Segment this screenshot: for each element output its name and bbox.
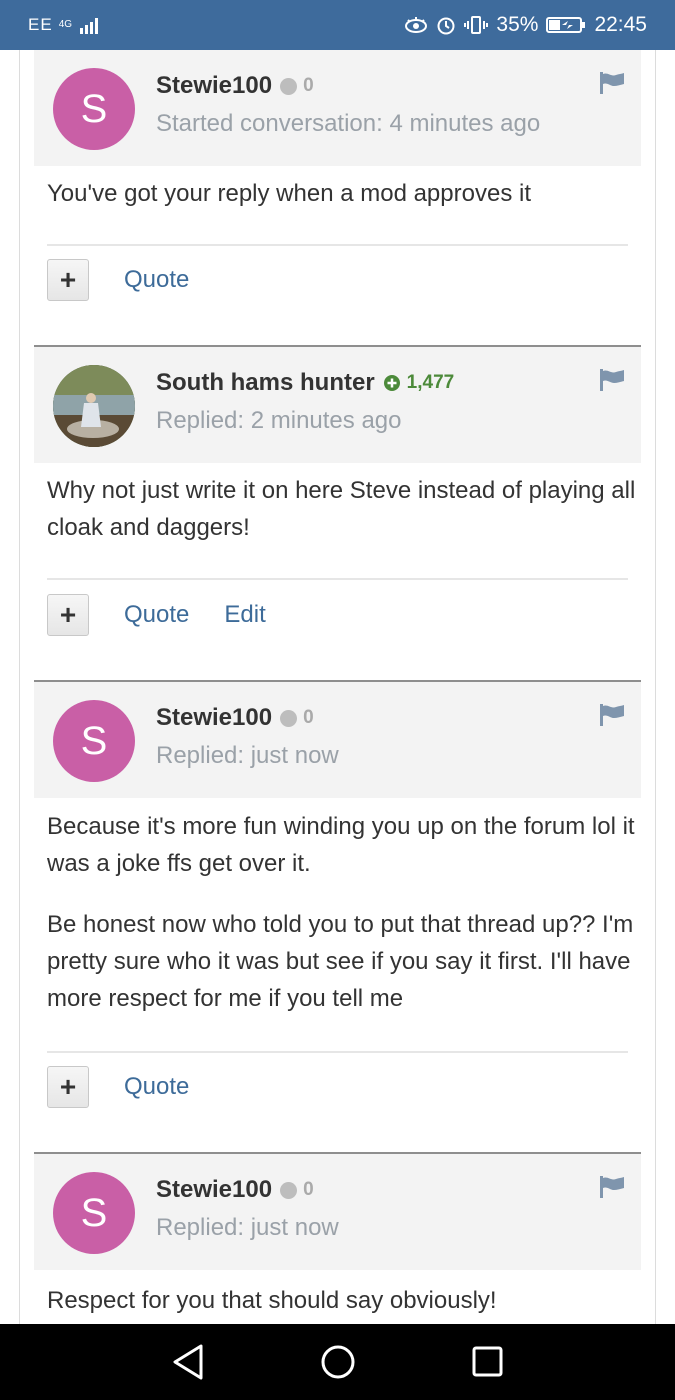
report-flag-icon[interactable] bbox=[599, 704, 625, 731]
system-navigation-bar bbox=[0, 1324, 675, 1400]
reputation-badge: 0 bbox=[280, 75, 314, 97]
post-body: You've got your reply when a mod approve… bbox=[47, 175, 637, 212]
avatar[interactable]: S bbox=[53, 700, 135, 782]
post-meta: Replied: just now bbox=[156, 742, 339, 769]
post-body: Because it's more fun winding you up on … bbox=[47, 808, 637, 1017]
avatar[interactable] bbox=[53, 365, 135, 447]
post-meta: Replied: just now bbox=[156, 1214, 339, 1241]
post-paragraph: Why not just write it on here Steve inst… bbox=[47, 477, 636, 541]
post-body: Why not just write it on here Steve inst… bbox=[47, 472, 637, 546]
avatar-photo bbox=[53, 365, 135, 447]
battery-charging-icon bbox=[546, 16, 586, 34]
quote-link[interactable]: Quote bbox=[124, 266, 189, 294]
reputation-neutral-icon bbox=[280, 77, 298, 95]
clock: 22:45 bbox=[594, 13, 647, 36]
recents-button[interactable] bbox=[471, 1343, 505, 1386]
battery-percent: 35% bbox=[496, 13, 539, 36]
reputation-neutral-icon bbox=[280, 709, 298, 727]
post-divider bbox=[47, 1051, 628, 1053]
quote-link[interactable]: Quote bbox=[124, 1073, 189, 1101]
reputation-count: 0 bbox=[303, 707, 314, 728]
thread-content: S Stewie100 0 Started conversation: 4 mi… bbox=[0, 50, 675, 1324]
reputation-neutral-icon bbox=[280, 1181, 298, 1199]
status-bar: EE 4G 35% 22:45 bbox=[0, 0, 675, 50]
add-reaction-button[interactable]: + bbox=[47, 594, 89, 636]
reputation-count: 0 bbox=[303, 75, 314, 96]
post-header: S Stewie100 0 Replied: just now bbox=[34, 1152, 641, 1270]
signal-icon bbox=[80, 16, 102, 34]
author-name[interactable]: South hams hunter bbox=[156, 369, 375, 397]
edit-link[interactable]: Edit bbox=[224, 601, 265, 629]
add-reaction-button[interactable]: + bbox=[47, 259, 89, 301]
post-actions: + Quote bbox=[47, 1066, 189, 1108]
reputation-positive-icon bbox=[383, 375, 400, 391]
reputation-count: 0 bbox=[303, 1179, 314, 1200]
post-header: South hams hunter 1,477 Replied: 2 minut… bbox=[34, 345, 641, 463]
reputation-badge: 0 bbox=[280, 707, 314, 729]
home-circle-icon bbox=[321, 1345, 355, 1379]
post-actions: + Quote Edit bbox=[47, 594, 266, 636]
reputation-badge: 1,477 bbox=[383, 372, 455, 394]
post-paragraph: Because it's more fun winding you up on … bbox=[47, 813, 635, 877]
alarm-icon bbox=[436, 15, 456, 35]
avatar[interactable]: S bbox=[53, 68, 135, 150]
post-paragraph: Respect for you that should say obviousl… bbox=[47, 1287, 497, 1314]
avatar[interactable]: S bbox=[53, 1172, 135, 1254]
post-header: S Stewie100 0 Replied: just now bbox=[34, 680, 641, 798]
reputation-count: 1,477 bbox=[406, 372, 455, 393]
back-triangle-icon bbox=[173, 1344, 203, 1380]
post-header: S Stewie100 0 Started conversation: 4 mi… bbox=[34, 50, 641, 166]
vibrate-icon bbox=[464, 15, 489, 35]
eye-icon bbox=[404, 16, 428, 34]
quote-link[interactable]: Quote bbox=[124, 601, 189, 629]
post-actions: + Quote bbox=[47, 259, 189, 301]
author-name[interactable]: Stewie100 bbox=[156, 704, 272, 732]
post-paragraph: You've got your reply when a mod approve… bbox=[47, 180, 531, 207]
report-flag-icon[interactable] bbox=[599, 1176, 625, 1203]
post-meta: Replied: 2 minutes ago bbox=[156, 407, 402, 434]
content-border-left bbox=[19, 50, 20, 1324]
post-body: Respect for you that should say obviousl… bbox=[47, 1282, 637, 1319]
author-name[interactable]: Stewie100 bbox=[156, 72, 272, 100]
add-reaction-button[interactable]: + bbox=[47, 1066, 89, 1108]
reputation-badge: 0 bbox=[280, 1179, 314, 1201]
network-type-label: 4G bbox=[58, 19, 73, 30]
report-flag-icon[interactable] bbox=[599, 369, 625, 396]
post-divider bbox=[47, 244, 628, 246]
post-meta: Started conversation: 4 minutes ago bbox=[156, 110, 541, 137]
home-button[interactable] bbox=[320, 1343, 356, 1386]
content-border-right bbox=[655, 50, 656, 1324]
post-divider bbox=[47, 578, 628, 580]
post-paragraph: Be honest now who told you to put that t… bbox=[47, 911, 634, 1012]
report-flag-icon[interactable] bbox=[599, 72, 625, 99]
carrier-label: EE bbox=[28, 15, 53, 34]
back-button[interactable] bbox=[171, 1343, 205, 1386]
author-name[interactable]: Stewie100 bbox=[156, 1176, 272, 1204]
recents-square-icon bbox=[472, 1346, 503, 1377]
